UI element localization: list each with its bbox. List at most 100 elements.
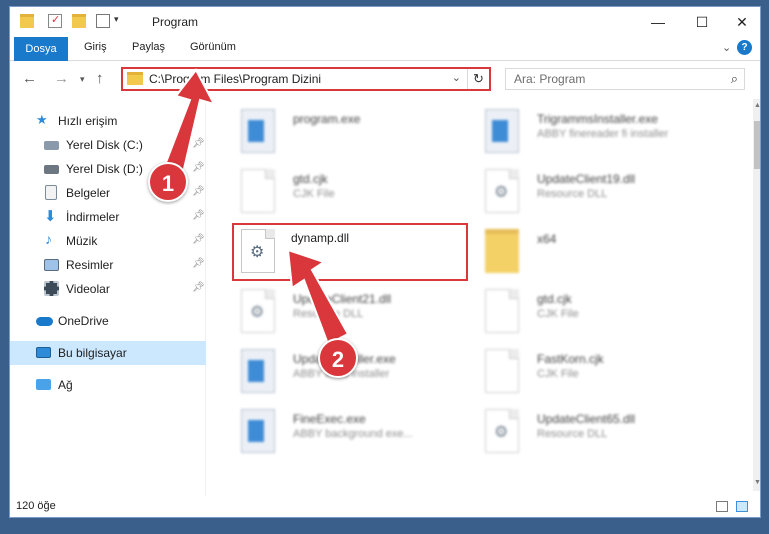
star-icon: ★ bbox=[36, 112, 48, 127]
sidebar-item-label: Ağ bbox=[58, 378, 73, 392]
address-bar[interactable]: C:\Program Files\Program Dizini ⌄ ↻ bbox=[121, 67, 491, 91]
document-icon bbox=[485, 349, 519, 393]
scroll-down-icon[interactable]: ▼ bbox=[754, 479, 760, 486]
pin-icon: 📌︎ bbox=[192, 234, 205, 245]
tab-home[interactable]: Giriş bbox=[84, 41, 107, 53]
file-item[interactable]: ⚙ UpdateClient19.dll Resource DLL bbox=[479, 163, 719, 219]
explorer-window: ✓ ▾ Program — ☐ ✕ Dosya Giriş Paylaş Gör… bbox=[9, 6, 761, 518]
sidebar-item-label: Bu bilgisayar bbox=[58, 346, 127, 360]
new-folder-icon[interactable] bbox=[72, 14, 86, 28]
pin-icon: 📌︎ bbox=[192, 258, 205, 269]
sidebar-item-downloads[interactable]: ⬇ İndirmeler 📌︎ bbox=[10, 205, 206, 229]
view-options-icon[interactable] bbox=[96, 14, 110, 28]
file-name: UpdateClient21.dll bbox=[293, 292, 392, 306]
tab-view[interactable]: Görünüm bbox=[190, 41, 236, 53]
scroll-up-icon[interactable]: ▲ bbox=[754, 102, 760, 109]
drive-icon bbox=[44, 141, 59, 150]
file-name: UpdateClient19.dll bbox=[537, 172, 636, 186]
sidebar-item-local-disk-c[interactable]: Yerel Disk (C:) 📌︎ bbox=[10, 133, 206, 157]
file-type: CJK File bbox=[537, 308, 579, 320]
customize-toolbar-icon[interactable]: ▾ bbox=[114, 14, 128, 28]
help-icon[interactable]: ? bbox=[737, 40, 752, 55]
document-icon bbox=[241, 169, 275, 213]
sidebar-item-label: Müzik bbox=[66, 234, 98, 248]
vertical-scrollbar[interactable]: ▲ ▼ bbox=[753, 99, 760, 491]
file-item[interactable]: program.exe bbox=[235, 103, 475, 159]
sidebar-item-label: İndirmeler bbox=[66, 210, 120, 224]
refresh-icon[interactable]: ↻ bbox=[467, 69, 489, 89]
videos-icon bbox=[44, 281, 59, 296]
scrollbar-thumb[interactable] bbox=[754, 121, 760, 169]
sidebar-item-videos[interactable]: Videolar 📌︎ bbox=[10, 277, 206, 301]
close-button[interactable]: ✕ bbox=[722, 11, 760, 33]
exe-icon bbox=[241, 409, 275, 453]
cloud-icon bbox=[36, 317, 53, 326]
file-item[interactable]: FineExec.exe ABBY background exe... bbox=[235, 403, 475, 459]
expand-ribbon-icon[interactable]: ⌄ bbox=[722, 41, 731, 54]
file-type: Resource DLL bbox=[537, 188, 608, 200]
tab-file[interactable]: Dosya bbox=[14, 37, 68, 61]
file-item[interactable]: FastKorn.cjk CJK File bbox=[479, 343, 719, 399]
sidebar-item-this-pc[interactable]: Bu bilgisayar bbox=[10, 341, 206, 365]
file-item[interactable]: gtd.cjk CJK File bbox=[479, 283, 719, 339]
dll-icon: ⚙ bbox=[485, 169, 519, 213]
navigation-pane: ★ Hızlı erişim Yerel Disk (C:) 📌︎ Yerel … bbox=[10, 99, 206, 499]
file-name: x64 bbox=[537, 232, 557, 246]
sidebar-item-label: Yerel Disk (D:) bbox=[66, 162, 143, 176]
highlight-box bbox=[232, 223, 468, 281]
sidebar-item-network[interactable]: Ağ bbox=[10, 373, 206, 397]
tab-share[interactable]: Paylaş bbox=[132, 41, 165, 53]
file-type: CJK File bbox=[293, 188, 335, 200]
file-name: FineExec.exe bbox=[293, 412, 366, 426]
maximize-button[interactable]: ☐ bbox=[682, 11, 722, 33]
music-icon: ♪ bbox=[45, 231, 52, 247]
window-title: Program bbox=[152, 15, 199, 29]
file-item[interactable]: ⚙ UpdateClient65.dll Resource DLL bbox=[479, 403, 719, 459]
file-name: gtd.cjk bbox=[293, 172, 328, 186]
file-name: UpdateClient65.dll bbox=[537, 412, 636, 426]
pictures-icon bbox=[44, 259, 59, 271]
address-path[interactable]: C:\Program Files\Program Dizini bbox=[149, 72, 321, 86]
pin-icon: 📌︎ bbox=[192, 186, 205, 197]
computer-icon bbox=[36, 347, 51, 358]
sidebar-item-label: Hızlı erişim bbox=[58, 114, 118, 128]
sidebar-item-pictures[interactable]: Resimler 📌︎ bbox=[10, 253, 206, 277]
minimize-button[interactable]: — bbox=[638, 11, 678, 33]
document-icon bbox=[485, 289, 519, 333]
address-dropdown-icon[interactable]: ⌄ bbox=[452, 71, 461, 84]
large-icons-view-icon[interactable] bbox=[736, 501, 748, 512]
sidebar-item-label: Videolar bbox=[66, 282, 110, 296]
dll-icon: ⚙ bbox=[485, 409, 519, 453]
details-view-icon[interactable] bbox=[716, 501, 728, 512]
search-icon: ⌕ bbox=[730, 71, 738, 86]
file-item[interactable]: TrigrammsInstaller.exe ABBY finereader f… bbox=[479, 103, 719, 159]
navigation-bar: ← → ▾ ↑ C:\Program Files\Program Dizini … bbox=[10, 62, 760, 96]
file-item[interactable]: ⚙ UpdateClient21.dll Resource DLL bbox=[235, 283, 475, 339]
pin-icon: 📌︎ bbox=[192, 162, 205, 173]
drive-icon bbox=[44, 165, 59, 174]
back-button[interactable]: ← bbox=[22, 70, 37, 87]
file-type: Resource DLL bbox=[293, 308, 364, 320]
title-bar: ✓ ▾ Program — ☐ ✕ bbox=[10, 7, 760, 37]
up-button[interactable]: ↑ bbox=[96, 70, 104, 87]
sidebar-item-label: OneDrive bbox=[58, 314, 109, 328]
file-name: program.exe bbox=[293, 112, 361, 126]
callout-badge-2: 2 bbox=[318, 338, 358, 378]
sidebar-item-quick-access[interactable]: ★ Hızlı erişim bbox=[10, 109, 206, 133]
status-bar: 120 öğe bbox=[10, 496, 760, 517]
forward-button[interactable]: → bbox=[54, 70, 69, 87]
sidebar-item-music[interactable]: ♪ Müzik 📌︎ bbox=[10, 229, 206, 253]
folder-icon bbox=[127, 72, 143, 85]
recent-locations-icon[interactable]: ▾ bbox=[80, 74, 85, 85]
sidebar-item-label: Belgeler bbox=[66, 186, 111, 200]
sidebar-item-label: Resimler bbox=[66, 258, 114, 272]
sidebar-item-onedrive[interactable]: OneDrive bbox=[10, 309, 206, 333]
properties-icon[interactable]: ✓ bbox=[48, 14, 62, 28]
exe-icon bbox=[241, 349, 275, 393]
file-item[interactable]: gtd.cjk CJK File bbox=[235, 163, 475, 219]
folder-icon bbox=[20, 14, 34, 28]
search-input[interactable]: Ara: Program ⌕ bbox=[505, 68, 745, 90]
file-item[interactable]: x64 bbox=[479, 223, 719, 279]
folder-icon bbox=[485, 229, 519, 273]
network-icon bbox=[36, 379, 51, 390]
